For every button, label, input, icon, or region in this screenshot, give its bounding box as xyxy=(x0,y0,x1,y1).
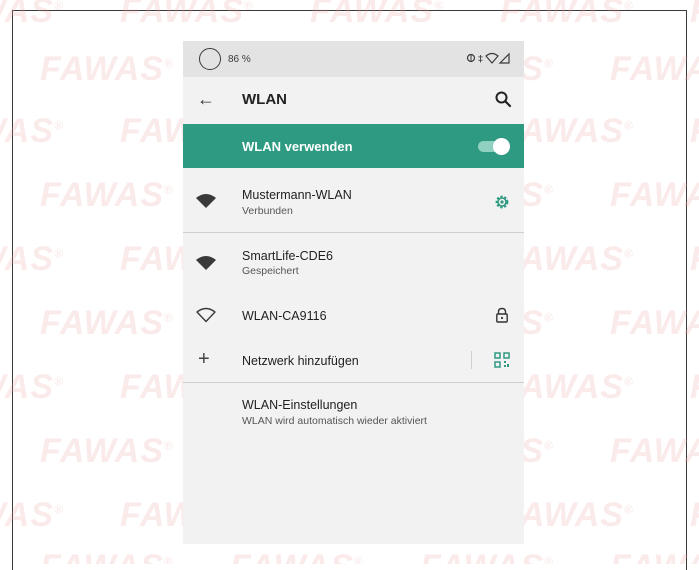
battery-percent: 86 % xyxy=(228,54,251,65)
status-icons: ‡ xyxy=(466,52,510,67)
search-icon[interactable] xyxy=(494,90,512,108)
watermark-text: FAWAS® xyxy=(690,368,699,407)
settings-subtitle: WLAN wird automatisch wieder aktiviert xyxy=(242,415,427,427)
phone-screen: 86 % ‡ ← WLAN WLAN verwenden Mustermann-… xyxy=(183,41,524,544)
wifi-filled-icon xyxy=(196,194,216,208)
network-name: Mustermann-WLAN xyxy=(242,188,352,202)
add-network-label: Netzwerk hinzufügen xyxy=(242,354,359,368)
lock-icon xyxy=(496,307,508,323)
wlan-switch-thumb[interactable] xyxy=(493,138,510,155)
settings-title: WLAN-Einstellungen xyxy=(242,398,358,412)
watermark-text: FAWAS® xyxy=(690,496,699,535)
watermark-text: FAWAS® xyxy=(690,0,699,31)
network-name: SmartLife-CDE6 xyxy=(242,249,333,263)
network-status: Verbunden xyxy=(242,205,293,217)
network-item[interactable]: Mustermann-WLAN Verbunden xyxy=(183,168,524,232)
add-network-row[interactable]: + Netzwerk hinzufügen xyxy=(183,337,524,381)
back-arrow-icon[interactable]: ← xyxy=(197,89,215,110)
watermark-text: FAWAS® xyxy=(690,112,699,151)
network-item[interactable]: WLAN-CA9116 xyxy=(183,293,524,337)
plus-icon: + xyxy=(198,348,210,370)
page-title: WLAN xyxy=(242,91,287,108)
wifi-filled-icon xyxy=(196,256,216,270)
wlan-settings-item[interactable]: WLAN-Einstellungen WLAN wird automatisch… xyxy=(183,383,524,439)
battery-ring-icon xyxy=(199,48,221,70)
watermark-text: FAWAS® xyxy=(690,240,699,279)
wlan-toggle-row[interactable]: WLAN verwenden xyxy=(183,124,524,168)
vertical-separator xyxy=(471,351,472,369)
wifi-outline-icon xyxy=(196,307,216,323)
app-bar: ← WLAN xyxy=(183,77,524,124)
gear-icon[interactable] xyxy=(494,194,510,210)
network-name: WLAN-CA9116 xyxy=(242,309,327,323)
status-bar: 86 % ‡ xyxy=(183,41,524,77)
qr-code-icon[interactable] xyxy=(494,352,510,368)
signal-wifi-icons: ‡ xyxy=(466,52,510,65)
network-item[interactable]: SmartLife-CDE6 Gespeichert xyxy=(183,233,524,283)
svg-text:‡: ‡ xyxy=(478,54,484,64)
network-status: Gespeichert xyxy=(242,265,299,277)
wlan-toggle-label: WLAN verwenden xyxy=(242,139,353,154)
